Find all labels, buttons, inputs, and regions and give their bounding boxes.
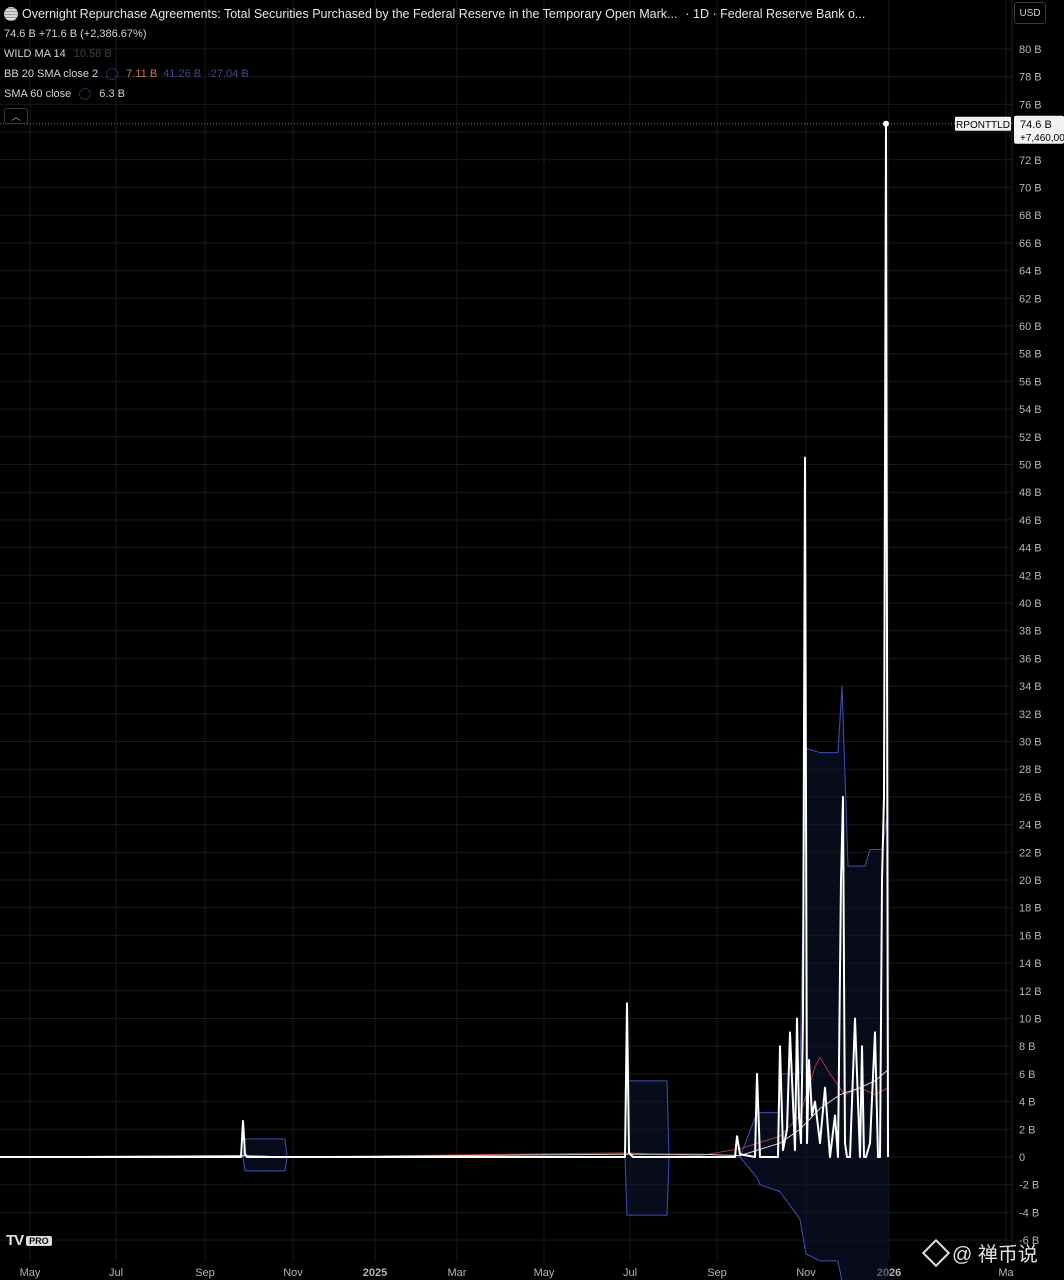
y-tick-label: 80 B (1019, 44, 1042, 56)
y-tick-label: 20 B (1019, 875, 1042, 887)
indicator-value: 6.3 B (99, 88, 125, 100)
y-tick-label: -4 B (1019, 1207, 1039, 1219)
y-tick-label: 50 B (1019, 460, 1042, 472)
symbol-title: Overnight Repurchase Agreements: Total S… (22, 7, 678, 21)
tradingview-logo[interactable]: TV PRO (6, 1232, 52, 1249)
collapse-legend-button[interactable]: ︿ (4, 108, 28, 124)
y-tick-label: 72 B (1019, 155, 1042, 167)
tv-logo-icon: TV (6, 1232, 24, 1249)
y-tick-label: 24 B (1019, 820, 1042, 832)
chevron-up-icon: ︿ (11, 111, 21, 122)
bb-upper-line (0, 685, 889, 1158)
symbol-title-suffix: · 1D · Federal Reserve Bank o... (685, 7, 866, 21)
x-tick-label: Jul (109, 1267, 123, 1279)
y-tick-label: 42 B (1019, 570, 1042, 582)
y-tick-label: 38 B (1019, 626, 1042, 638)
y-tick-label: 78 B (1019, 72, 1042, 84)
y-tick-label: 34 B (1019, 681, 1042, 693)
indicator-sma60[interactable]: SMA 60 close 6.3 B (4, 84, 865, 104)
currency-button[interactable]: USD (1014, 2, 1046, 24)
y-tick-label: 2 B (1019, 1124, 1036, 1136)
y-tick-label: 44 B (1019, 543, 1042, 555)
pro-badge: PRO (26, 1235, 52, 1246)
y-tick-label: 68 B (1019, 210, 1042, 222)
y-tick-label: 30 B (1019, 737, 1042, 749)
x-tick-label: Mar (448, 1267, 467, 1279)
y-tick-label: 18 B (1019, 903, 1042, 915)
y-tick-label: 64 B (1019, 266, 1042, 278)
bb-band-fill (0, 686, 888, 1280)
y-tick-label: 14 B (1019, 958, 1042, 970)
y-tick-label: 36 B (1019, 653, 1042, 665)
y-tick-label: 76 B (1019, 99, 1042, 111)
x-tick-label: Sep (195, 1267, 215, 1279)
settings-gear-icon[interactable] (79, 88, 92, 100)
watermark-text: @ 禅币说 (952, 1244, 1038, 1266)
y-tick-label: 28 B (1019, 764, 1042, 776)
y-tick-label: 4 B (1019, 1097, 1036, 1109)
y-tick-label: 46 B (1019, 515, 1042, 527)
y-tick-label: 60 B (1019, 321, 1042, 333)
y-tick-label: 10 B (1019, 1014, 1042, 1026)
last-price-dot (883, 120, 889, 127)
binance-diamond-icon (921, 1238, 951, 1267)
y-tick-label: 56 B (1019, 376, 1042, 388)
y-tick-label: 8 B (1019, 1041, 1036, 1053)
bb-lower-line (0, 1156, 843, 1280)
y-tick-label: 70 B (1019, 183, 1042, 195)
y-tick-label: 6 B (1019, 1069, 1036, 1081)
x-tick-label: 2025 (363, 1267, 387, 1279)
watermark: @ 禅币说 (921, 1238, 1038, 1267)
y-tick-label: 16 B (1019, 930, 1042, 942)
price-change-row: 74.6 B +71.6 B (+2,386.67%) (4, 24, 865, 44)
indicator-value: 10.58 B (73, 48, 112, 60)
y-tick-label: 66 B (1019, 238, 1042, 250)
x-tick-label: Sep (707, 1267, 727, 1279)
x-tick-label: Nov (796, 1267, 816, 1279)
chart-legend: Overnight Repurchase Agreements: Total S… (4, 4, 865, 124)
y-tick-label: 54 B (1019, 404, 1042, 416)
y-tick-label: 26 B (1019, 792, 1042, 804)
chart-canvas[interactable]: 80 B78 B76 B74 B72 B70 B68 B66 B64 B62 B… (0, 0, 1064, 1280)
x-tick-label: Ma (998, 1267, 1014, 1279)
indicator-label: WILD MA 14 (4, 48, 66, 60)
indicator-wild-ma[interactable]: WILD MA 14 10.58 B (4, 44, 865, 64)
y-tick-label: 40 B (1019, 598, 1042, 610)
y-tick-label: 62 B (1019, 293, 1042, 305)
y-tick-label: 22 B (1019, 847, 1042, 859)
price-axis-label-change: +7,460,00 (1020, 133, 1064, 144)
indicator-value-upper: 41.26 B (163, 68, 202, 80)
price-axis-label-value: 74.6 B (1020, 119, 1052, 131)
price-line (0, 122, 889, 1158)
x-tick-label: May (534, 1267, 555, 1279)
settings-gear-icon[interactable] (106, 68, 119, 80)
x-tick-label: Jul (623, 1267, 637, 1279)
y-tick-label: 58 B (1019, 349, 1042, 361)
price-change-text: 74.6 B +71.6 B (+2,386.67%) (4, 28, 147, 40)
y-tick-label: 52 B (1019, 432, 1042, 444)
symbol-title-row[interactable]: Overnight Repurchase Agreements: Total S… (4, 4, 865, 24)
symbol-icon (4, 7, 18, 21)
y-tick-label: 12 B (1019, 986, 1042, 998)
x-tick-label: May (20, 1267, 41, 1279)
indicator-bb[interactable]: BB 20 SMA close 2 7.11 B 41.26 B -27.04 … (4, 64, 865, 84)
indicator-label: SMA 60 close (4, 88, 72, 100)
indicator-value-basis: 7.11 B (126, 68, 158, 80)
indicator-value-lower: -27.04 B (207, 68, 249, 80)
y-tick-label: 48 B (1019, 487, 1042, 499)
x-tick-label: Nov (283, 1267, 303, 1279)
y-tick-label: 32 B (1019, 709, 1042, 721)
y-tick-label: 0 (1019, 1152, 1025, 1164)
y-tick-label: -2 B (1019, 1180, 1039, 1192)
symbol-tag-label: RPONTTLD (956, 120, 1010, 131)
indicator-label: BB 20 SMA close 2 (4, 68, 99, 80)
